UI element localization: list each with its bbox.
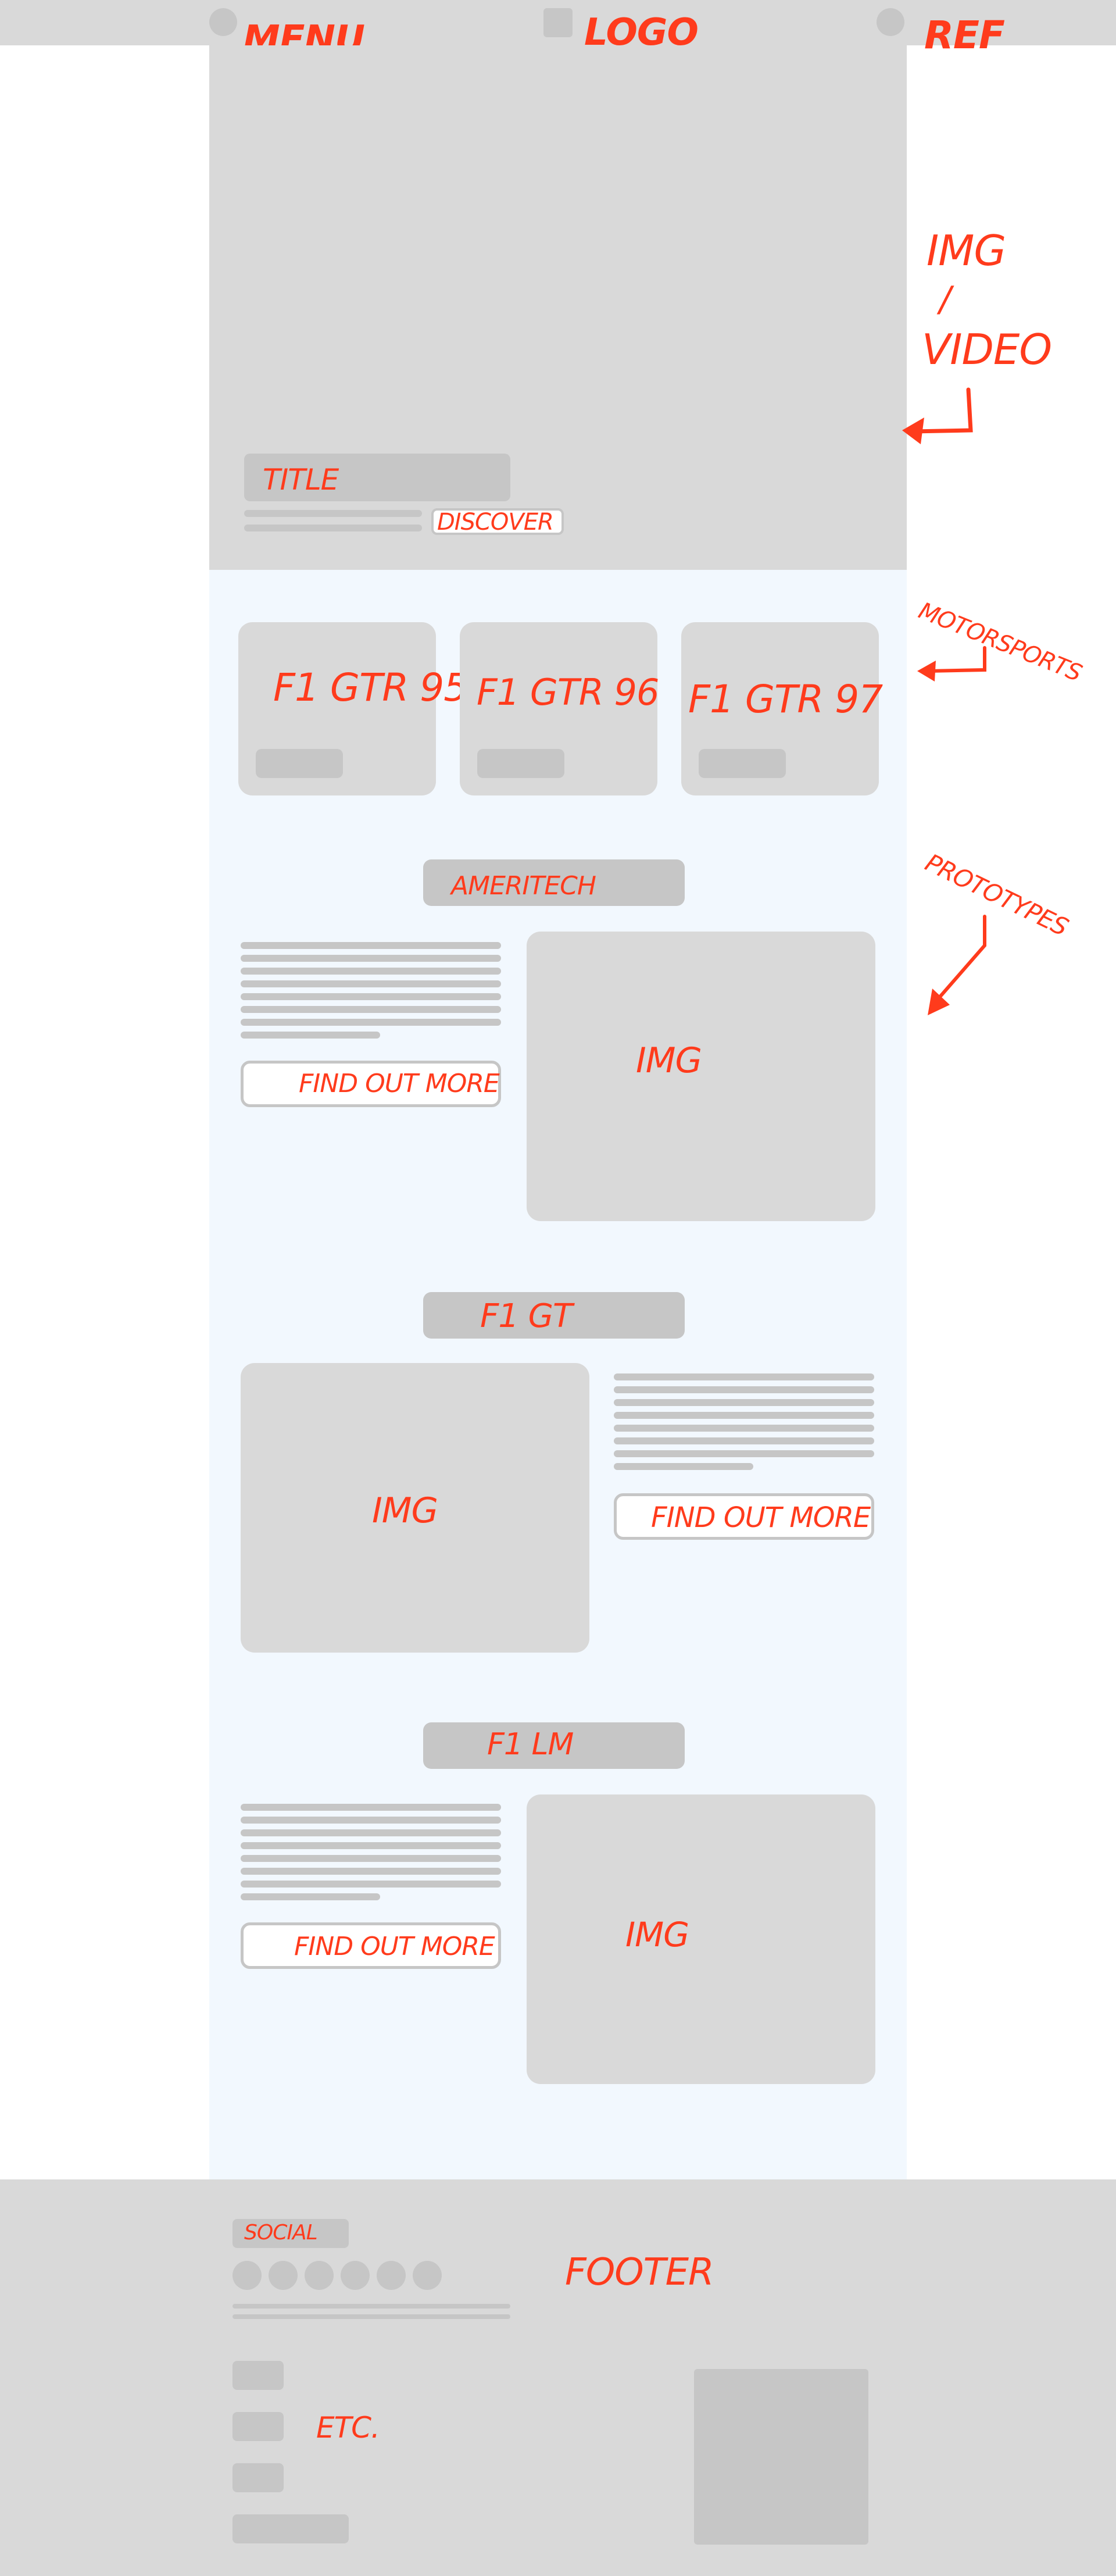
footer-image [694, 2369, 868, 2545]
body-text-line [241, 1817, 501, 1824]
body-text-line [614, 1463, 753, 1470]
arrow-to-prototypes-icon [928, 915, 986, 1015]
footer-text-line [233, 2304, 510, 2309]
body-text-line [241, 993, 501, 1000]
discover-label: DISCOVER [437, 509, 554, 536]
find-out-more-label: FIND OUT MORE [651, 1501, 871, 1534]
social-icon[interactable] [341, 2261, 370, 2290]
footer-annotation: FOOTER [565, 2251, 714, 2294]
find-out-more-label: FIND OUT MORE [294, 1932, 495, 1961]
social-icon[interactable] [233, 2261, 262, 2290]
arrow-to-cards-icon [917, 646, 986, 682]
footer-link[interactable] [233, 2361, 284, 2390]
section-image-label: IMG [625, 1915, 689, 1954]
section-title: F1 LM [487, 1727, 574, 1762]
body-text-line [614, 1450, 874, 1457]
hero-subtitle-line [244, 525, 422, 531]
body-text-line [241, 1868, 501, 1875]
body-text-line [241, 1032, 380, 1039]
body-text-line [241, 1006, 501, 1013]
section-image [527, 1794, 875, 2084]
body-text-line [241, 1855, 501, 1862]
motorsport-card-label: F1 GTR 95 [273, 665, 468, 710]
motorsport-card-button[interactable] [699, 749, 786, 778]
footer-link[interactable] [233, 2463, 284, 2492]
hero-title: TITLE [263, 463, 339, 497]
body-text-line [614, 1425, 874, 1432]
ref-icon[interactable] [877, 8, 904, 36]
menu-icon[interactable] [209, 8, 237, 36]
find-out-more-label: FIND OUT MORE [299, 1069, 500, 1098]
social-icon[interactable] [305, 2261, 334, 2290]
section-image-label: IMG [636, 1040, 702, 1081]
section-image-label: IMG [372, 1490, 438, 1531]
etc-annotation: ETC. [316, 2411, 380, 2445]
body-text-line [614, 1386, 874, 1393]
motorsport-card-label: F1 GTR 96 [477, 671, 659, 713]
side-note-img: IMG [927, 226, 1006, 275]
footer [0, 2179, 1116, 2576]
body-text-line [614, 1437, 874, 1444]
body-text-line [614, 1373, 874, 1380]
body-text-line [241, 1019, 501, 1026]
motorsport-card-button[interactable] [256, 749, 343, 778]
motorsport-card-label: F1 GTR 97 [688, 677, 883, 722]
footer-link[interactable] [233, 2412, 284, 2441]
social-icon[interactable] [269, 2261, 298, 2290]
body-text-line [241, 980, 501, 987]
side-note-video: VIDEO [922, 325, 1052, 374]
body-text-line [241, 1893, 380, 1900]
arrow-to-hero-icon [902, 387, 973, 444]
body-text-line [241, 1804, 501, 1811]
footer-text-line [233, 2314, 510, 2319]
social-icon[interactable] [413, 2261, 442, 2290]
body-text-line [614, 1399, 874, 1406]
body-text-line [241, 1829, 501, 1836]
side-note-slash: / [939, 279, 951, 320]
footer-link[interactable] [233, 2514, 349, 2543]
social-label: SOCIAL [244, 2221, 318, 2245]
body-text-line [241, 942, 501, 949]
body-text-line [241, 1881, 501, 1888]
section-title: F1 GT [480, 1297, 573, 1335]
social-icon[interactable] [377, 2261, 406, 2290]
section-title: AMERITECH [451, 871, 596, 901]
body-text-line [614, 1412, 874, 1419]
body-text-line [241, 968, 501, 975]
logo-placeholder[interactable] [543, 8, 573, 37]
hero-subtitle-line [244, 510, 422, 517]
motorsport-card-button[interactable] [477, 749, 564, 778]
ref-annotation: REF [924, 13, 1005, 58]
body-text-line [241, 955, 501, 962]
body-text-line [241, 1842, 501, 1849]
